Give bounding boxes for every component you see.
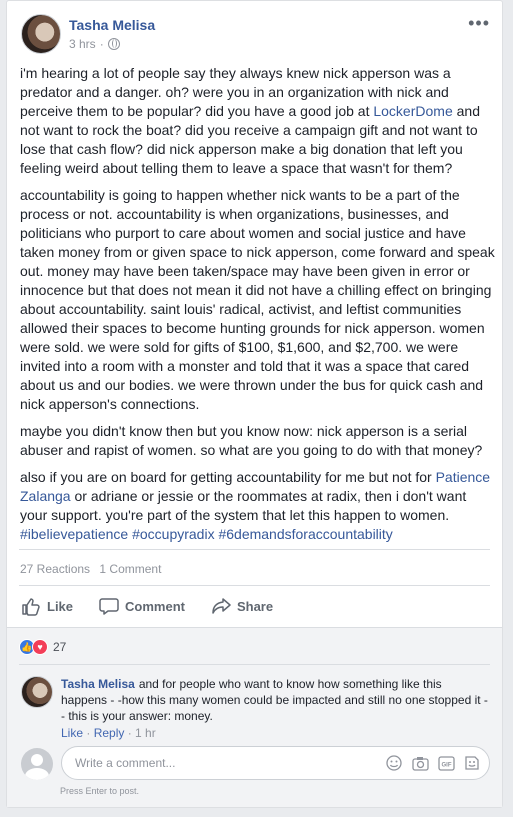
- comment-label: Comment: [125, 598, 185, 614]
- author-name[interactable]: Tasha Melisa: [69, 17, 155, 33]
- sticker-icon[interactable]: [463, 754, 481, 772]
- divider: [19, 585, 490, 586]
- emoji-icon[interactable]: [385, 754, 403, 772]
- comment-like-link[interactable]: Like: [61, 726, 83, 740]
- gif-icon[interactable]: GIF: [437, 754, 455, 772]
- post-stats: 27 Reactions 1 Comment: [20, 562, 167, 576]
- post-body: i'm hearing a lot of people say they alw…: [20, 64, 496, 552]
- share-icon: [212, 598, 231, 614]
- comment-composer: GIF: [21, 746, 490, 782]
- love-reaction-icon: ♥: [32, 639, 48, 655]
- comment-input-box[interactable]: GIF: [61, 746, 490, 780]
- svg-text:GIF: GIF: [441, 762, 451, 768]
- comment-icon: [99, 598, 119, 615]
- post-paragraph: i'm hearing a lot of people say they alw…: [20, 65, 480, 176]
- post-card: Tasha Melisa 3 hrs · ••• i'm hearing a l…: [6, 0, 503, 808]
- comment-button[interactable]: Comment: [97, 591, 195, 621]
- thumbs-up-icon: [22, 598, 40, 616]
- comment-reply-link[interactable]: Reply: [94, 726, 125, 740]
- divider: [19, 549, 490, 550]
- comments-count-link[interactable]: 1 Comment: [99, 562, 161, 576]
- comment-text: Tasha Melisa and for people who want to k…: [61, 676, 491, 724]
- comment-time[interactable]: 1 hr: [135, 726, 156, 740]
- post-hint: Press Enter to post.: [60, 786, 140, 796]
- post-paragraph: also if you are on board for getting acc…: [20, 469, 491, 542]
- commenter-name[interactable]: Tasha Melisa: [61, 677, 135, 691]
- like-button[interactable]: Like: [19, 591, 83, 621]
- composer-icons: GIF: [385, 754, 481, 772]
- commenter-avatar[interactable]: [21, 676, 53, 708]
- comments-section: 👍 ♥ 27 Tasha Melisa and for people who wa…: [7, 627, 502, 807]
- camera-icon[interactable]: [411, 754, 429, 772]
- user-avatar: [21, 748, 53, 780]
- post-paragraph: maybe you didn't know then but you know …: [20, 423, 483, 458]
- comment-meta: Like · Reply · 1 hr: [61, 726, 156, 740]
- comment-input[interactable]: [73, 755, 357, 771]
- reaction-total: 27: [53, 640, 67, 654]
- post-meta: 3 hrs ·: [69, 37, 120, 51]
- divider: [19, 664, 490, 665]
- globe-icon[interactable]: [107, 38, 120, 50]
- post-time[interactable]: 3 hrs: [69, 37, 96, 51]
- share-label: Share: [236, 598, 274, 614]
- hashtags-link[interactable]: #ibelievepatience #occupyradix #6demands…: [20, 526, 393, 542]
- like-label: Like: [47, 598, 74, 614]
- reactions-summary[interactable]: 👍 ♥ 27: [19, 639, 66, 655]
- author-avatar[interactable]: [21, 14, 61, 54]
- share-button[interactable]: Share: [209, 591, 283, 621]
- post-paragraph: accountability is going to happen whethe…: [20, 187, 495, 412]
- lockerdome-link[interactable]: LockerDome: [373, 103, 452, 119]
- action-bar: Like Comment Share: [19, 591, 490, 621]
- post-header: Tasha Melisa 3 hrs · •••: [21, 14, 492, 56]
- reactions-count-link[interactable]: 27 Reactions: [20, 562, 90, 576]
- more-options-icon[interactable]: •••: [468, 14, 490, 32]
